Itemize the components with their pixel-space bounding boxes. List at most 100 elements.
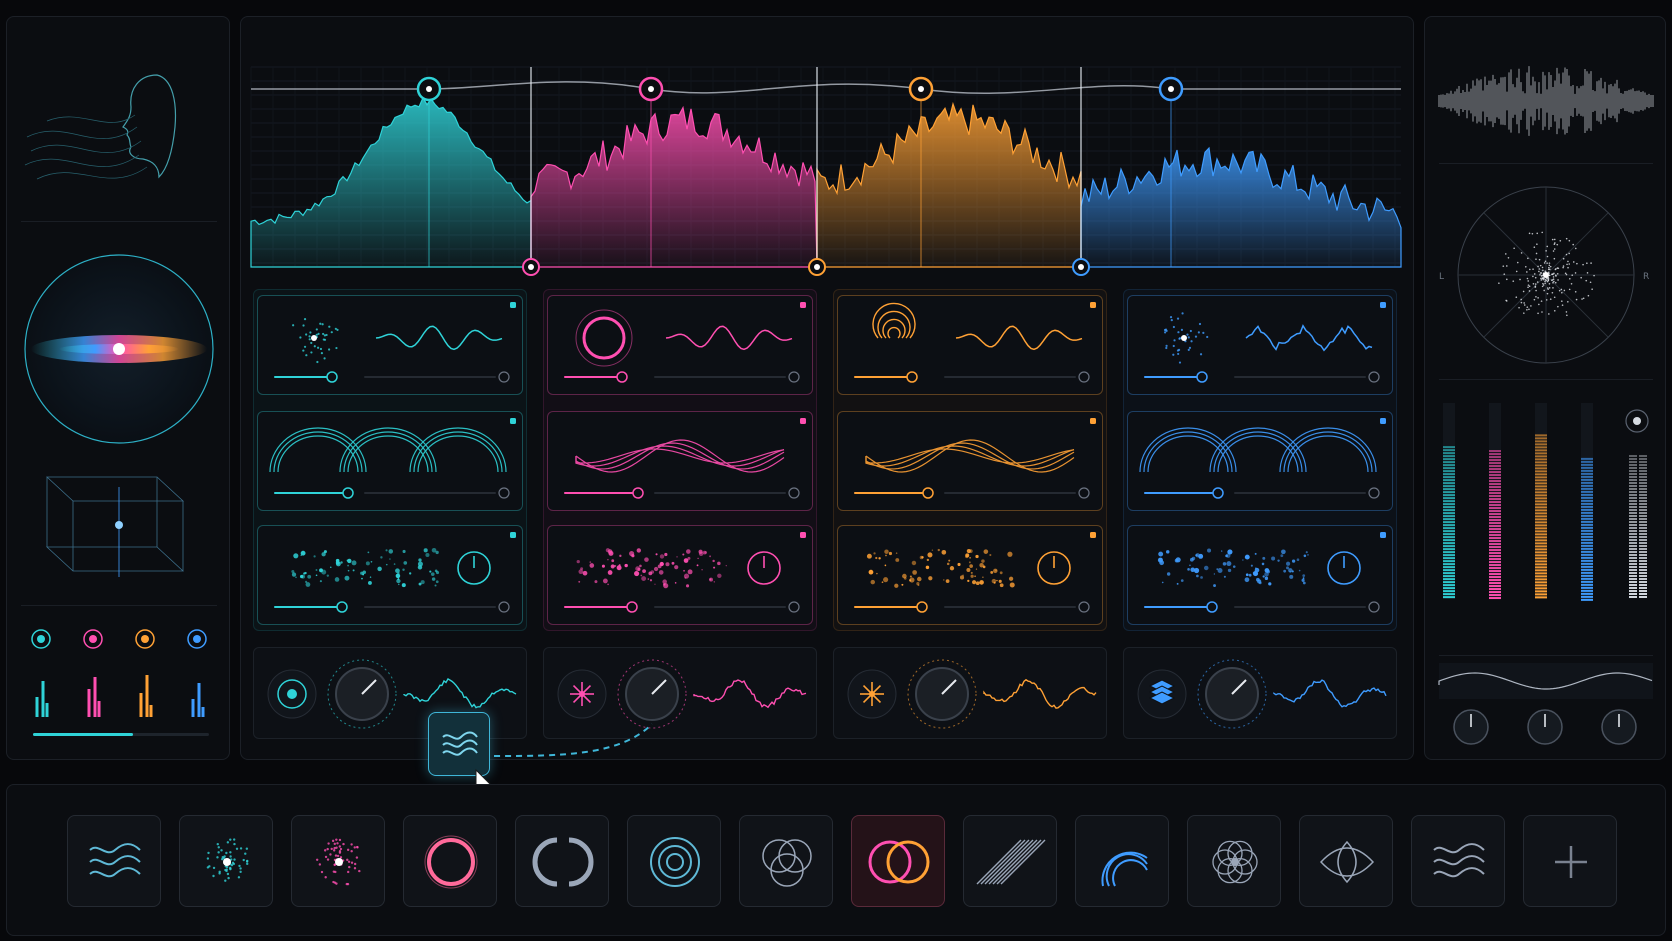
pulse-target-icon[interactable] [267, 669, 317, 719]
band-1-module-3[interactable] [257, 525, 523, 625]
module-slider-thumb[interactable] [626, 601, 638, 613]
module-status-led [800, 418, 806, 424]
master-gain-knob[interactable] [907, 659, 977, 729]
module-range-thumb[interactable] [498, 371, 510, 383]
module-range-track[interactable] [364, 492, 496, 494]
module-arcs [865, 439, 1075, 473]
band-2-module-2[interactable] [547, 411, 813, 511]
right-panel-art: L R [1438, 66, 1654, 745]
module-range-thumb[interactable] [498, 487, 510, 499]
band-3-master-strip [833, 647, 1107, 739]
module-range-track[interactable] [654, 606, 786, 608]
module-range-track[interactable] [1234, 376, 1366, 378]
spectrum-analyzer[interactable] [241, 17, 1415, 277]
band-4-module-1[interactable] [1127, 295, 1393, 395]
module-range-track[interactable] [1234, 492, 1366, 494]
band-2-module-3[interactable] [547, 525, 813, 625]
module-range-track[interactable] [944, 606, 1076, 608]
dual-circles-icon [868, 840, 930, 884]
starburst-icon[interactable] [557, 669, 607, 719]
module-particles [866, 548, 1015, 588]
master-waveform [693, 679, 807, 709]
tray-module-slot[interactable] [627, 815, 721, 907]
master-gain-knob[interactable] [1197, 659, 1267, 729]
module-slider-thumb[interactable] [922, 487, 934, 499]
output-knob[interactable] [1527, 709, 1563, 745]
band-2-module-1[interactable] [547, 295, 813, 395]
module-slider-thumb[interactable] [632, 487, 644, 499]
tray-module-slot[interactable] [963, 815, 1057, 907]
tray-module-slot[interactable] [1411, 815, 1505, 907]
module-slider-thumb[interactable] [342, 487, 354, 499]
output-knob[interactable] [1453, 709, 1489, 745]
tray-module-slot[interactable] [1187, 815, 1281, 907]
band-3-module-2[interactable] [837, 411, 1103, 511]
band-3-module-3[interactable] [837, 525, 1103, 625]
tray-module-slot[interactable] [67, 815, 161, 907]
divider [1439, 379, 1653, 380]
module-slider-thumb[interactable] [1212, 487, 1224, 499]
master-gain-knob[interactable] [327, 659, 397, 729]
module-range-track[interactable] [364, 606, 496, 608]
module-range-track[interactable] [654, 376, 786, 378]
spectrum-sphere [24, 254, 214, 444]
band-2-master-strip [543, 647, 817, 739]
meter-mode-button[interactable] [1625, 409, 1649, 433]
tray-module-slot[interactable] [291, 815, 385, 907]
dragging-module-chip[interactable] [428, 712, 490, 776]
output-knob[interactable] [1601, 709, 1637, 745]
module-slider-thumb[interactable] [1196, 371, 1208, 383]
module-slider-thumb[interactable] [336, 601, 348, 613]
module-range-thumb[interactable] [1078, 601, 1090, 613]
band-4-module-2[interactable] [1127, 411, 1393, 511]
module-range-thumb[interactable] [788, 371, 800, 383]
module-range-track[interactable] [944, 492, 1076, 494]
sun-icon[interactable] [847, 669, 897, 719]
module-range-track[interactable] [364, 376, 496, 378]
band-4-master-strip [1123, 647, 1397, 739]
master-level-meter [1629, 455, 1647, 598]
module-slider-thumb[interactable] [326, 371, 338, 383]
module-slider-thumb[interactable] [916, 601, 928, 613]
module-glyph [1163, 312, 1209, 364]
module-slider-thumb[interactable] [1206, 601, 1218, 613]
module-range-thumb[interactable] [1368, 601, 1380, 613]
tray-module-slot[interactable] [515, 815, 609, 907]
band-3-module-1[interactable] [837, 295, 1103, 395]
band-1-module-1[interactable] [257, 295, 523, 395]
module-slider-thumb[interactable] [616, 371, 628, 383]
module-slider-thumb[interactable] [906, 371, 918, 383]
module-range-thumb[interactable] [788, 601, 800, 613]
module-range-track[interactable] [1234, 606, 1366, 608]
band-1-module-2[interactable] [257, 411, 523, 511]
module-range-track[interactable] [944, 376, 1076, 378]
module-range-thumb[interactable] [1368, 371, 1380, 383]
master-gain-knob[interactable] [617, 659, 687, 729]
tray-module-slot[interactable] [1299, 815, 1393, 907]
crossover-core [1078, 264, 1084, 270]
stereo-vectorscope [1457, 186, 1635, 364]
tray-module-slot[interactable] [739, 815, 833, 907]
waves-icon [442, 731, 478, 756]
tray-module-slot[interactable] [1075, 815, 1169, 907]
module-range-track[interactable] [654, 492, 786, 494]
tray-module-slot[interactable] [403, 815, 497, 907]
module-arcs [575, 439, 785, 473]
module-range-thumb[interactable] [788, 487, 800, 499]
module-range-thumb[interactable] [1078, 371, 1090, 383]
module-status-led [1380, 302, 1386, 308]
tray-module-slot[interactable] [1523, 815, 1617, 907]
tray-module-slot[interactable] [179, 815, 273, 907]
divider [1439, 163, 1653, 164]
module-slider-fill [564, 606, 632, 608]
module-waveform [955, 325, 1083, 351]
left-panel [6, 16, 230, 760]
band-4-module-3[interactable] [1127, 525, 1393, 625]
module-range-thumb[interactable] [1368, 487, 1380, 499]
module-slider-fill [564, 492, 638, 494]
module-range-thumb[interactable] [498, 601, 510, 613]
layers-icon[interactable] [1137, 669, 1187, 719]
module-slider-fill [854, 376, 912, 378]
tray-module-slot[interactable] [851, 815, 945, 907]
module-range-thumb[interactable] [1078, 487, 1090, 499]
